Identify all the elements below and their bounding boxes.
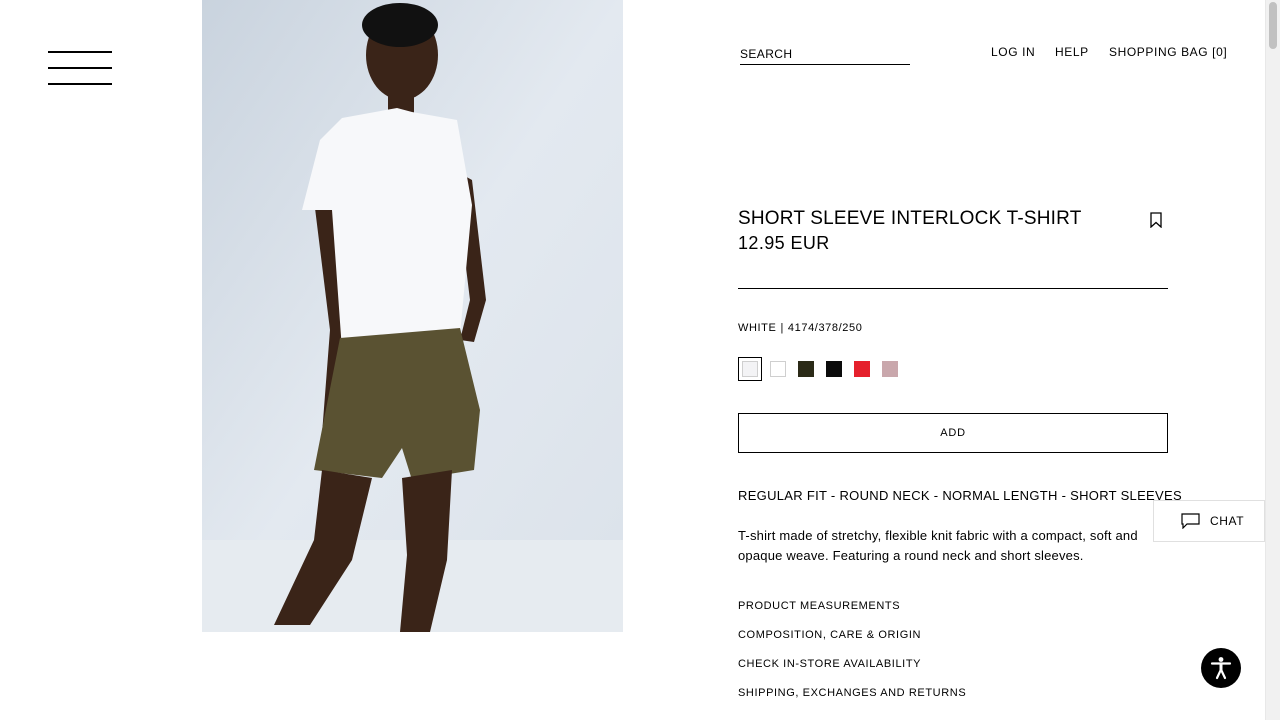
color-separator: | (780, 322, 784, 334)
color-swatch-red[interactable] (850, 357, 874, 381)
chat-button[interactable]: CHAT (1153, 500, 1265, 542)
store-availability-link[interactable]: CHECK IN-STORE AVAILABILITY (738, 657, 966, 686)
add-to-bag-button[interactable]: ADD (738, 413, 1168, 453)
help-link[interactable]: HELP (1055, 45, 1089, 59)
swatch-chip (770, 361, 786, 377)
color-reference: WHITE | 4174/378/250 (738, 322, 862, 334)
search-input[interactable] (740, 44, 910, 65)
hamburger-menu-icon (48, 51, 112, 53)
accessibility-icon (1210, 657, 1232, 680)
model-photo (202, 0, 623, 632)
color-swatch-off-white[interactable] (738, 357, 762, 381)
product-description: T-shirt made of stretchy, flexible knit … (738, 528, 1138, 563)
swatch-chip (742, 361, 758, 377)
chat-label: CHAT (1210, 514, 1245, 528)
bookmark-icon[interactable] (1149, 212, 1163, 229)
color-name: WHITE (738, 322, 777, 334)
product-price: 12.95 EUR (738, 233, 830, 253)
swatch-chip (798, 361, 814, 377)
product-measurements-link[interactable]: PRODUCT MEASUREMENTS (738, 599, 966, 628)
shopping-bag-link[interactable]: SHOPPING BAG [0] (1109, 45, 1227, 59)
menu-button[interactable] (48, 51, 112, 85)
swatch-chip (882, 361, 898, 377)
product-reference: 4174/378/250 (787, 322, 863, 334)
accessibility-button[interactable] (1201, 648, 1241, 688)
swatch-chip (854, 361, 870, 377)
product-features: REGULAR FIT - ROUND NECK - NORMAL LENGTH… (738, 488, 1182, 503)
color-swatches (738, 357, 906, 381)
scrollbar-thumb[interactable] (1269, 2, 1277, 49)
shipping-returns-link[interactable]: SHIPPING, EXCHANGES AND RETURNS (738, 686, 966, 715)
login-link[interactable]: LOG IN (991, 45, 1035, 59)
scrollbar[interactable] (1265, 0, 1280, 720)
divider (738, 288, 1168, 289)
swatch-chip (826, 361, 842, 377)
color-swatch-dusty-pink[interactable] (878, 357, 902, 381)
color-swatch-dark-olive[interactable] (794, 357, 818, 381)
product-title: SHORT SLEEVE INTERLOCK T-SHIRT (738, 208, 1082, 229)
color-swatch-white[interactable] (766, 357, 790, 381)
color-swatch-black[interactable] (822, 357, 846, 381)
product-image[interactable] (202, 0, 623, 632)
composition-care-link[interactable]: COMPOSITION, CARE & ORIGIN (738, 628, 966, 657)
info-links: PRODUCT MEASUREMENTS COMPOSITION, CARE &… (738, 599, 966, 715)
chat-bubble-icon (1181, 513, 1200, 529)
